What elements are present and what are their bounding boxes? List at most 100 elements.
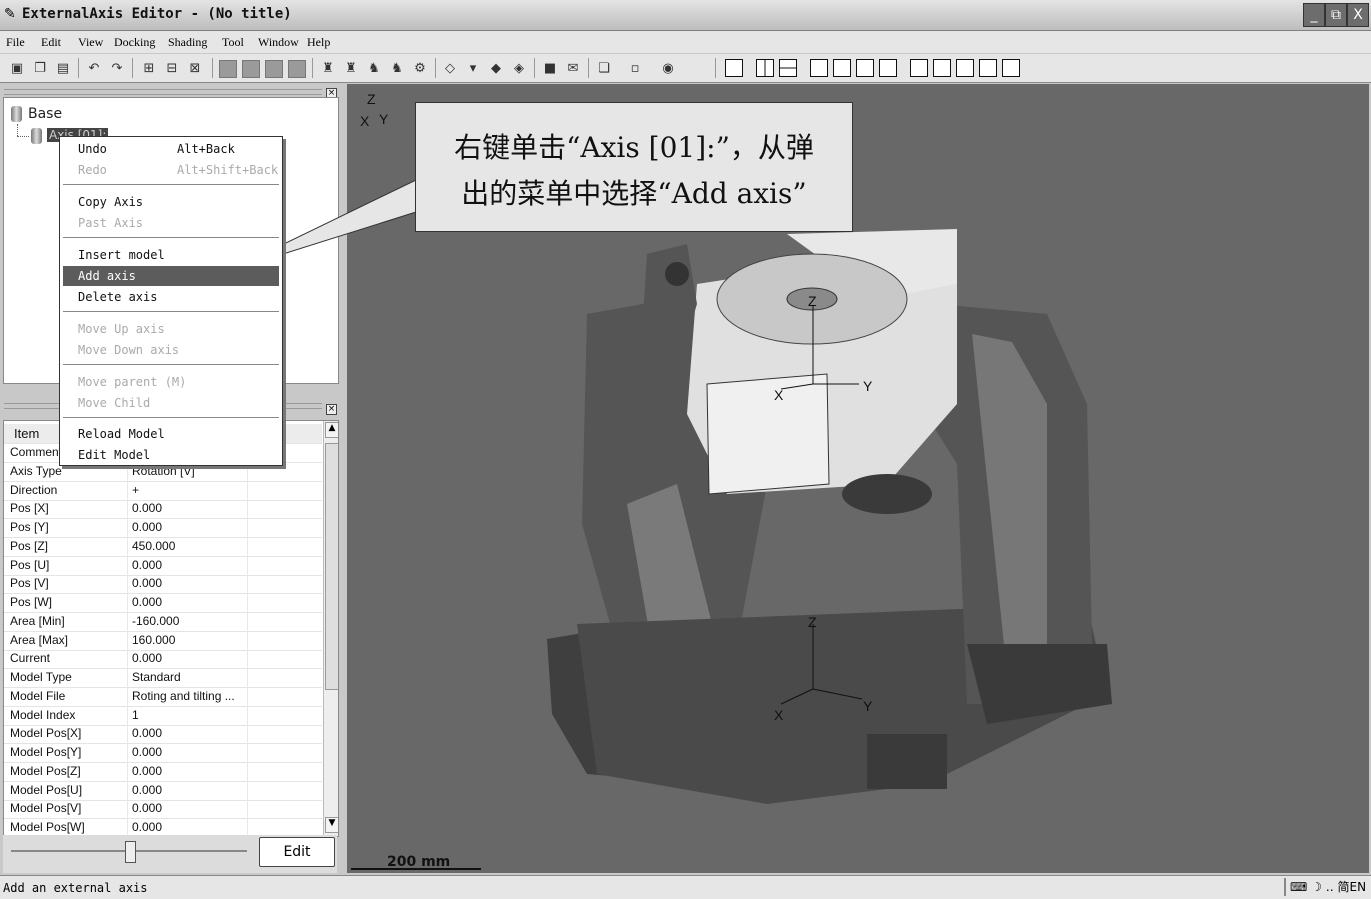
menu-edit[interactable]: Edit bbox=[41, 35, 61, 50]
robot-icon[interactable]: ♞ bbox=[365, 59, 383, 77]
property-value[interactable]: 0.000 bbox=[132, 651, 162, 665]
property-row[interactable]: Area [Min] -160.000 bbox=[4, 611, 322, 632]
property-row[interactable]: Model Pos[Y] 0.000 bbox=[4, 743, 322, 763]
save-icon[interactable]: ▣ bbox=[8, 59, 26, 77]
menu-view[interactable]: View bbox=[78, 35, 103, 50]
restore-button[interactable]: ⧉ bbox=[1325, 3, 1347, 27]
property-value[interactable]: 0.000 bbox=[132, 745, 162, 759]
property-value[interactable]: 1 bbox=[132, 708, 139, 722]
property-value[interactable]: 450.000 bbox=[132, 539, 175, 553]
gear-icon[interactable]: ⚙ bbox=[411, 59, 429, 77]
layout-three-icon[interactable] bbox=[856, 59, 874, 77]
menu-item-reload-model[interactable]: Reload Model bbox=[63, 424, 279, 444]
property-value[interactable]: 0.000 bbox=[132, 820, 162, 834]
property-value[interactable]: 0.000 bbox=[132, 595, 162, 609]
layout-four-icon[interactable] bbox=[956, 59, 974, 77]
mail-icon[interactable]: ✉ bbox=[564, 59, 582, 77]
layout-vsplit-icon[interactable] bbox=[756, 59, 774, 77]
robot-icon[interactable]: ♜ bbox=[342, 59, 360, 77]
menu-item-delete-axis[interactable]: Delete axis bbox=[63, 287, 279, 307]
property-value[interactable]: 0.000 bbox=[132, 576, 162, 590]
menu-docking[interactable]: Docking bbox=[114, 35, 155, 50]
tree-expand-icon[interactable]: ⊟ bbox=[163, 59, 181, 77]
property-value[interactable]: 0.000 bbox=[132, 501, 162, 515]
menu-shading[interactable]: Shading bbox=[168, 35, 207, 50]
layout-three-icon[interactable] bbox=[810, 59, 828, 77]
tool-icon[interactable] bbox=[219, 60, 237, 78]
property-row[interactable]: Model Pos[Z] 0.000 bbox=[4, 761, 322, 782]
tree-node-base[interactable]: Base bbox=[28, 106, 62, 122]
menu-item-undo[interactable]: Undo Alt+Back bbox=[63, 139, 279, 159]
property-value[interactable]: + bbox=[132, 483, 139, 497]
minimize-button[interactable]: _ bbox=[1303, 3, 1325, 27]
property-row[interactable]: Model Index 1 bbox=[4, 705, 322, 726]
tool-icon[interactable] bbox=[288, 60, 306, 78]
layout-four-icon[interactable] bbox=[1002, 59, 1020, 77]
property-row[interactable]: Area [Max] 160.000 bbox=[4, 630, 322, 651]
scroll-thumb[interactable] bbox=[325, 443, 338, 690]
scroll-up-icon[interactable]: ▲ bbox=[325, 422, 338, 438]
menu-tool[interactable]: Tool bbox=[222, 35, 244, 50]
property-row[interactable]: Model Pos[X] 0.000 bbox=[4, 724, 322, 745]
cube-side-icon[interactable]: ◆ bbox=[487, 59, 505, 77]
tool-icon[interactable] bbox=[265, 60, 283, 78]
property-value[interactable]: 0.000 bbox=[132, 558, 162, 572]
property-row[interactable]: Model Pos[V] 0.000 bbox=[4, 799, 322, 820]
layout-three-icon[interactable] bbox=[833, 59, 851, 77]
undo-icon[interactable]: ↶ bbox=[85, 59, 103, 77]
property-value[interactable]: -160.000 bbox=[132, 614, 179, 628]
axis-slider-thumb[interactable] bbox=[125, 841, 136, 863]
property-value[interactable]: 160.000 bbox=[132, 633, 175, 647]
menu-window[interactable]: Window bbox=[258, 35, 299, 50]
tree-collapse-icon[interactable]: ⊠ bbox=[186, 59, 204, 77]
ime-indicator[interactable]: ⌨ ☽ ‥ 简EN bbox=[1284, 878, 1371, 896]
layout-hsplit-icon[interactable] bbox=[779, 59, 797, 77]
layout-four-icon[interactable] bbox=[910, 59, 928, 77]
layout-four-icon[interactable] bbox=[979, 59, 997, 77]
property-row[interactable]: Pos [V] 0.000 bbox=[4, 574, 322, 595]
menu-item-copy-axis[interactable]: Copy Axis bbox=[63, 192, 279, 212]
layout-three-icon[interactable] bbox=[879, 59, 897, 77]
property-value[interactable]: 0.000 bbox=[132, 783, 162, 797]
prop-pane-close-icon[interactable]: × bbox=[326, 404, 337, 415]
menu-item-add-axis[interactable]: Add axis bbox=[63, 266, 279, 286]
property-value[interactable]: 0.000 bbox=[132, 520, 162, 534]
property-value[interactable]: Standard bbox=[132, 670, 181, 684]
cube-top-icon[interactable]: ▾ bbox=[464, 59, 482, 77]
menu-item-edit-model[interactable]: Edit Model bbox=[63, 445, 279, 465]
scroll-down-icon[interactable]: ▼ bbox=[325, 817, 338, 833]
property-value[interactable]: 0.000 bbox=[132, 764, 162, 778]
property-row[interactable]: Model Pos[U] 0.000 bbox=[4, 780, 322, 801]
cube-outline-icon[interactable]: ◈ bbox=[510, 59, 528, 77]
cube-solid-icon[interactable]: ■ bbox=[541, 59, 559, 77]
property-row[interactable]: Pos [Z] 450.000 bbox=[4, 536, 322, 557]
copy-icon[interactable]: ❐ bbox=[31, 59, 49, 77]
layout-single-icon[interactable] bbox=[725, 59, 743, 77]
property-row[interactable]: Pos [X] 0.000 bbox=[4, 499, 322, 520]
property-row[interactable]: Pos [Y] 0.000 bbox=[4, 518, 322, 538]
property-row[interactable]: Model File Roting and tilting ... bbox=[4, 686, 322, 707]
property-value[interactable]: 0.000 bbox=[132, 801, 162, 815]
close-button[interactable]: X bbox=[1347, 3, 1369, 27]
window-icon[interactable]: ❏ bbox=[595, 59, 613, 77]
property-row[interactable]: Direction + bbox=[4, 480, 322, 501]
tree-icon[interactable]: ⊞ bbox=[140, 59, 158, 77]
tool-icon[interactable] bbox=[242, 60, 260, 78]
menu-file[interactable]: File bbox=[6, 35, 25, 50]
redo-icon[interactable]: ↷ bbox=[108, 59, 126, 77]
help-icon[interactable]: ◉ bbox=[659, 59, 677, 77]
property-sheet[interactable]: Item Comment Axis Type Rotation [V] Directi… bbox=[3, 420, 339, 837]
property-row[interactable]: Pos [U] 0.000 bbox=[4, 555, 322, 576]
property-row[interactable]: Pos [W] 0.000 bbox=[4, 593, 322, 613]
cube-wire-icon[interactable]: ◇ bbox=[441, 59, 459, 77]
property-value[interactable]: 0.000 bbox=[132, 726, 162, 740]
tree-pane-gripper[interactable] bbox=[4, 89, 322, 95]
edit-button[interactable]: Edit bbox=[259, 837, 335, 867]
vertical-scrollbar[interactable]: ▲ ▼ bbox=[323, 421, 338, 836]
menu-help[interactable]: Help bbox=[307, 35, 330, 50]
property-row[interactable]: Model Type Standard bbox=[4, 668, 322, 688]
property-row[interactable]: Current 0.000 bbox=[4, 649, 322, 670]
paste-icon[interactable]: ▤ bbox=[54, 59, 72, 77]
menu-item-insert-model[interactable]: Insert model bbox=[63, 245, 279, 265]
robot-icon[interactable]: ♜ bbox=[319, 59, 337, 77]
